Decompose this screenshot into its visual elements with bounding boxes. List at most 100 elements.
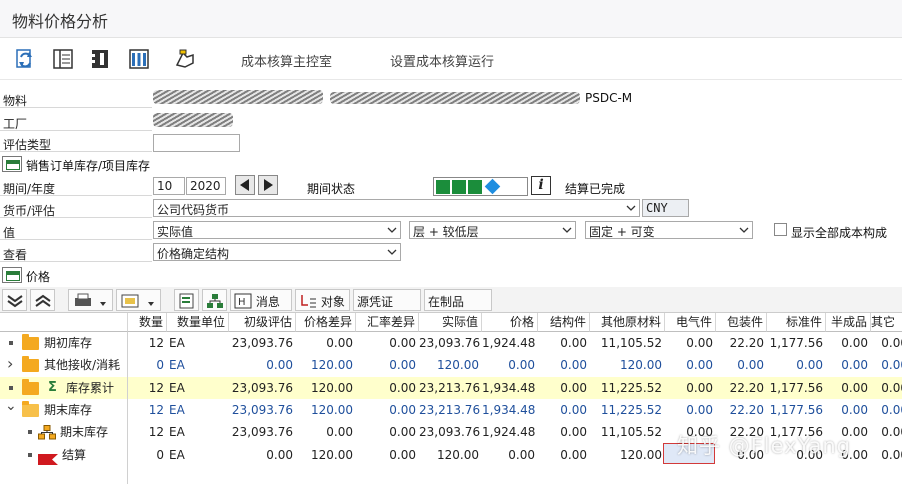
value-cell[interactable]: 11,105.52 <box>590 421 665 443</box>
row-cumulative-stock[interactable]: Σ 库存累计 12 EA 23,093.76 120.00 0.00 23,213.76 1,9… <box>0 376 902 399</box>
value-cell[interactable]: 0.00 <box>665 377 716 399</box>
others-column-header[interactable]: 其它 <box>871 313 902 332</box>
tree-node[interactable]: 期初库存 <box>0 332 127 354</box>
value-cell[interactable]: 23,093.76 <box>229 332 296 354</box>
packaging-column-header[interactable]: 包装件 <box>716 313 767 332</box>
value-cell[interactable]: 22.20 <box>716 399 767 421</box>
value-cell[interactable]: 1,177.56 <box>767 332 826 354</box>
value-cell[interactable]: 0.00 <box>826 332 871 354</box>
semi-finished-column-header[interactable]: 半成品 <box>826 313 871 332</box>
objects-button[interactable]: 对象 <box>295 289 350 311</box>
value-cell[interactable]: 0.00 <box>826 399 871 421</box>
value-cell[interactable]: 1,934.48 <box>482 377 538 399</box>
qty-column-header[interactable]: 数量 <box>128 313 167 332</box>
value-cell[interactable]: 0.00 <box>296 332 356 354</box>
value-cell[interactable]: 1,177.56 <box>767 377 826 399</box>
refresh-list-button[interactable] <box>174 289 199 311</box>
value-cell[interactable]: 23,093.76 <box>419 421 482 443</box>
qty-cell[interactable]: 12 <box>128 332 167 354</box>
value-cell[interactable]: 23,093.76 <box>419 332 482 354</box>
fx-diff-column-header[interactable]: 汇率差异 <box>356 313 419 332</box>
value-cell[interactable]: 0.00 <box>871 332 902 354</box>
row-other-receipts[interactable]: › 其他接收/消耗 0 EA 0.00 120.00 0.00 120.00 0.00 0.00 1… <box>0 354 902 376</box>
fixed-variable-select[interactable]: 固定 + 可变 <box>585 221 753 239</box>
source-document-button[interactable]: 源凭证 <box>353 289 421 311</box>
value-cell[interactable]: 0.00 <box>871 421 902 443</box>
value-cell[interactable]: 0.00 <box>538 399 590 421</box>
value-cell[interactable]: 0.00 <box>767 354 826 376</box>
tree-node[interactable]: 结算 <box>0 444 127 466</box>
value-cell[interactable]: 0.00 <box>826 354 871 376</box>
value-cell[interactable]: 0.00 <box>716 354 767 376</box>
qty-cell[interactable]: 12 <box>128 399 167 421</box>
primary-valuation-column-header[interactable]: 初级评估 <box>229 313 296 332</box>
value-cell[interactable]: 22.20 <box>716 332 767 354</box>
electrical-parts-column-header[interactable]: 电气件 <box>665 313 716 332</box>
tree-column-header[interactable] <box>0 313 128 332</box>
tree-node[interactable]: 期末库存 <box>0 421 127 443</box>
qty-cell[interactable]: 12 <box>128 377 167 399</box>
level-select[interactable]: 层 + 较低层 <box>409 221 576 239</box>
hierarchy-button[interactable] <box>202 289 227 311</box>
value-cell[interactable]: 23,213.76 <box>419 377 482 399</box>
prev-period-button[interactable] <box>235 175 255 195</box>
tree-node[interactable]: › 其他接收/消耗 <box>0 354 127 376</box>
valuation-type-field[interactable] <box>153 134 240 152</box>
setup-costing-run-button[interactable]: 设置成本核算运行 <box>390 51 494 70</box>
value-cell[interactable]: 11,225.52 <box>590 377 665 399</box>
value-cell[interactable]: 23,213.76 <box>419 399 482 421</box>
structural-parts-column-header[interactable]: 结构件 <box>538 313 590 332</box>
value-cell[interactable]: 0.00 <box>229 444 296 466</box>
value-cell[interactable]: 0.00 <box>356 332 419 354</box>
value-cell[interactable]: 0.00 <box>871 354 902 376</box>
value-cell[interactable]: 0.00 <box>538 332 590 354</box>
info-icon[interactable]: i <box>531 176 551 195</box>
hand-icon[interactable] <box>173 47 197 71</box>
row-opening-stock[interactable]: 期初库存 12 EA 23,093.76 0.00 0.00 23,093.76 1,924.… <box>0 332 902 354</box>
cost-cockpit-button[interactable]: 成本核算主控室 <box>241 51 332 70</box>
value-cell[interactable]: 0.00 <box>356 444 419 466</box>
unit-cell[interactable]: EA <box>167 332 229 354</box>
qty-cell[interactable]: 0 <box>128 354 167 376</box>
export-button[interactable] <box>116 289 161 311</box>
value-cell[interactable]: 120.00 <box>296 399 356 421</box>
document-icon[interactable] <box>51 47 75 71</box>
value-cell[interactable]: 23,093.76 <box>229 377 296 399</box>
qty-cell[interactable]: 0 <box>128 444 167 466</box>
value-cell[interactable]: 1,177.56 <box>767 399 826 421</box>
tree-node[interactable]: Σ 库存累计 <box>0 377 127 399</box>
value-cell[interactable]: 0.00 <box>356 354 419 376</box>
value-cell[interactable]: 0.00 <box>356 377 419 399</box>
print-button[interactable] <box>68 289 113 311</box>
value-cell[interactable]: 120.00 <box>419 444 482 466</box>
value-cell[interactable]: 11,225.52 <box>590 399 665 421</box>
unit-cell[interactable]: EA <box>167 377 229 399</box>
period-input[interactable]: 10 <box>153 177 185 195</box>
value-cell[interactable]: 120.00 <box>419 354 482 376</box>
columns-icon[interactable] <box>127 47 151 71</box>
next-period-button[interactable] <box>258 175 278 195</box>
value-cell[interactable]: 120.00 <box>590 444 665 466</box>
value-cell[interactable]: 0.00 <box>871 377 902 399</box>
value-cell[interactable]: 120.00 <box>296 354 356 376</box>
price-column-header[interactable]: 价格 <box>482 313 538 332</box>
value-cell[interactable]: 0.00 <box>538 444 590 466</box>
value-cell[interactable]: 0.00 <box>665 332 716 354</box>
value-cell[interactable]: 11,105.52 <box>590 332 665 354</box>
unit-column-header[interactable]: 数量单位 <box>167 313 229 332</box>
expand-all-button[interactable] <box>2 289 27 311</box>
wip-button[interactable]: 在制品 <box>424 289 492 311</box>
value-cell[interactable]: 0.00 <box>871 399 902 421</box>
currency-select[interactable]: 公司代码货币 <box>153 199 640 217</box>
section-toggle-icon[interactable] <box>2 267 22 283</box>
value-cell[interactable]: 0.00 <box>665 399 716 421</box>
value-cell[interactable]: 0.00 <box>356 421 419 443</box>
value-cell[interactable]: 120.00 <box>590 354 665 376</box>
unit-cell[interactable]: EA <box>167 354 229 376</box>
standard-parts-column-header[interactable]: 标准件 <box>767 313 826 332</box>
value-cell[interactable]: 0.00 <box>538 354 590 376</box>
unit-cell[interactable]: EA <box>167 444 229 466</box>
value-cell[interactable]: 0.00 <box>229 354 296 376</box>
value-cell[interactable]: 0.00 <box>538 377 590 399</box>
value-cell[interactable]: 1,934.48 <box>482 399 538 421</box>
